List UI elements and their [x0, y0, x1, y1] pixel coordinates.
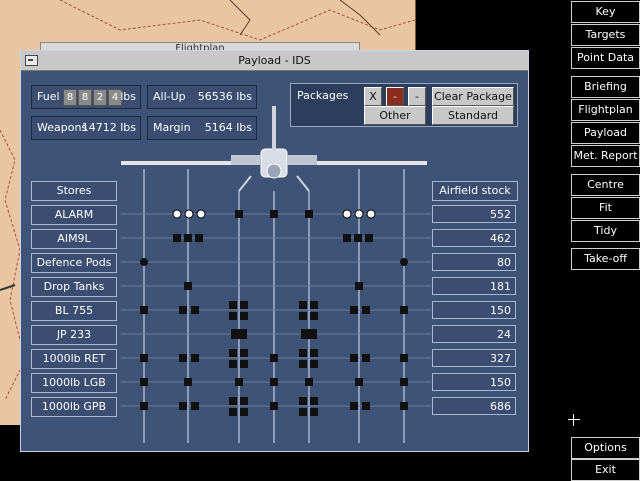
stock-1000lb-lgb: 150 — [432, 373, 516, 391]
stock-alarm: 552 — [432, 205, 516, 223]
store-row-bl755[interactable]: BL 755 — [31, 301, 117, 321]
store-row-drop-tanks[interactable]: Drop Tanks — [31, 277, 117, 297]
stock-aim9l: 462 — [432, 229, 516, 247]
aircraft-icon — [121, 106, 427, 192]
stock-defence-pods: 80 — [432, 253, 516, 271]
menu-point-data-button[interactable]: Point Data — [571, 47, 640, 69]
stock-bl755: 150 — [432, 301, 516, 319]
stores-header: Stores — [31, 181, 117, 201]
store-row-1000lb-ret[interactable]: 1000lb RET — [31, 349, 117, 369]
stock-1000lb-gpb: 686 — [432, 397, 516, 415]
row-lines — [121, 213, 431, 407]
store-row-aim9l[interactable]: AIM9L — [31, 229, 117, 249]
menu-centre-button[interactable]: Centre — [571, 174, 640, 196]
store-row-1000lb-lgb[interactable]: 1000lb LGB — [31, 373, 117, 393]
store-row-jp233[interactable]: JP 233 — [31, 325, 117, 345]
menu-tidy-button[interactable]: Tidy — [571, 220, 640, 242]
store-row-1000lb-gpb[interactable]: 1000lb GPB — [31, 397, 117, 417]
menu-flightplan-button[interactable]: Flightplan — [571, 99, 640, 121]
stock-1000lb-ret: 327 — [432, 349, 516, 367]
menu-met-report-button[interactable]: Met. Report — [571, 145, 640, 167]
crosshair-cursor-icon — [568, 414, 580, 426]
menu-fit-button[interactable]: Fit — [571, 197, 640, 219]
menu-key-button[interactable]: Key — [571, 1, 640, 23]
stock-drop-tanks: 181 — [432, 277, 516, 295]
airfield-stock-header: Airfield stock — [432, 181, 518, 201]
menu-exit-button[interactable]: Exit — [571, 459, 640, 481]
menu-briefing-button[interactable]: Briefing — [571, 76, 640, 98]
stock-jp233: 24 — [432, 325, 516, 343]
store-row-alarm[interactable]: ALARM — [31, 205, 117, 225]
menu-take-off-button[interactable]: Take-off — [571, 248, 640, 270]
payload-window: Payload - IDS Fuel 8 8 2 4 lbs All-Up 56… — [20, 50, 529, 452]
menu-payload-button[interactable]: Payload — [571, 122, 640, 144]
menu-targets-button[interactable]: Targets — [571, 24, 640, 46]
store-row-defence-pods[interactable]: Defence Pods — [31, 253, 117, 273]
menu-options-button[interactable]: Options — [571, 437, 640, 459]
